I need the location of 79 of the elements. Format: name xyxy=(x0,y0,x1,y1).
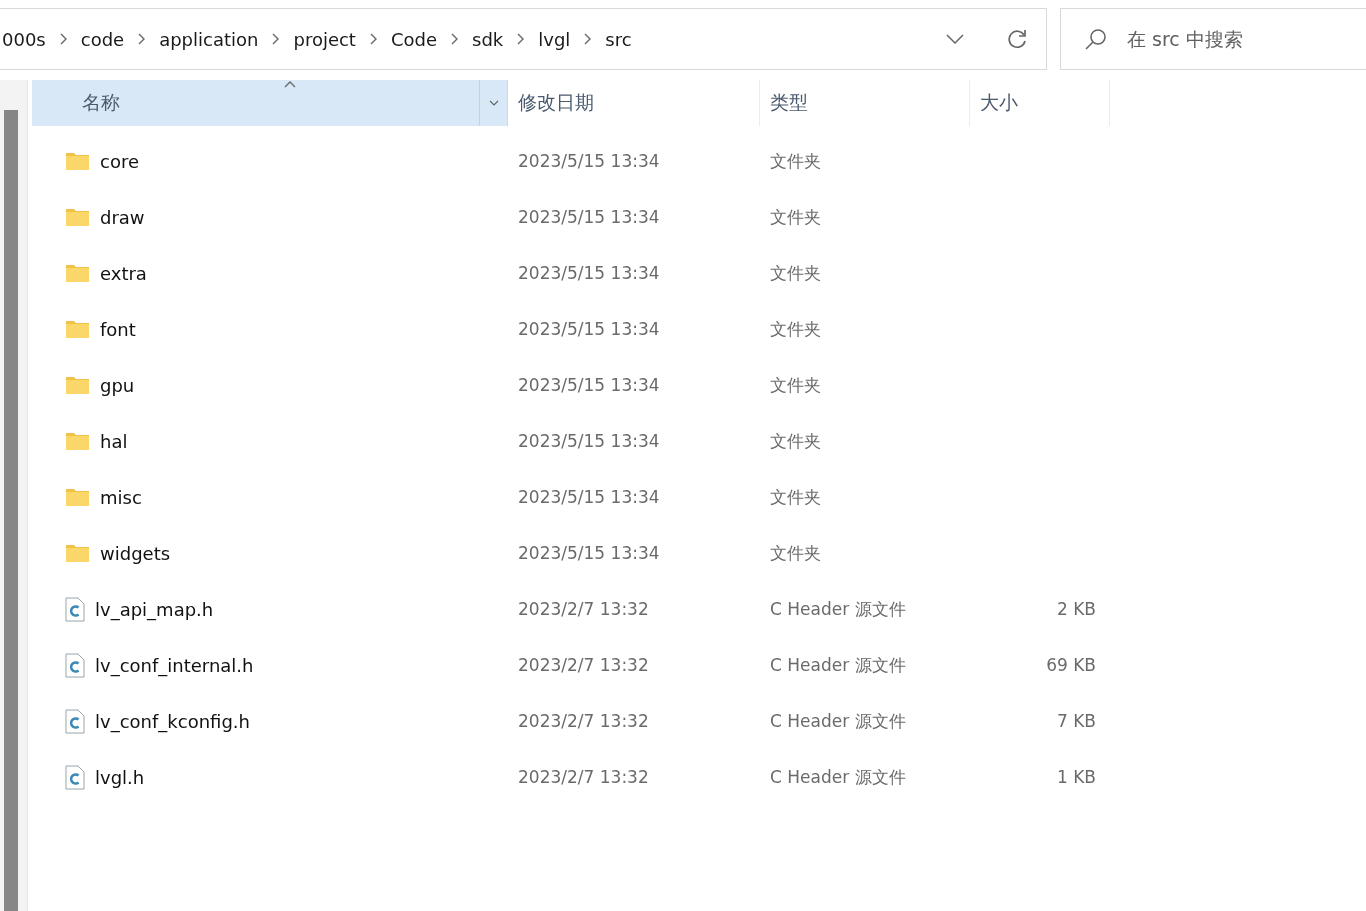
file-name[interactable]: lv_conf_internal.h xyxy=(95,654,254,676)
breadcrumb-item[interactable]: project xyxy=(289,28,360,50)
file-size: 2 KB xyxy=(1056,599,1096,619)
file-type: C Header 源文件 xyxy=(770,765,906,789)
folder-icon xyxy=(65,543,90,563)
chevron-right-icon xyxy=(272,33,280,45)
modified-date: 2023/5/15 13:34 xyxy=(518,431,660,451)
modified-date: 2023/5/15 13:34 xyxy=(518,543,660,563)
file-type: 文件夹 xyxy=(770,205,821,229)
chevron-right-icon xyxy=(517,33,525,45)
folder-icon xyxy=(65,319,90,339)
file-type: C Header 源文件 xyxy=(770,653,906,677)
file-name[interactable]: font xyxy=(100,318,136,340)
folder-icon xyxy=(65,431,90,451)
file-name[interactable]: lv_api_map.h xyxy=(95,598,214,620)
chevron-right-icon xyxy=(584,33,592,45)
breadcrumb-item[interactable]: lvgl xyxy=(534,28,575,50)
column-header[interactable]: 类型 xyxy=(760,80,970,126)
chevron-right-icon xyxy=(59,33,67,45)
file-type: 文件夹 xyxy=(770,261,821,285)
modified-date: 2023/5/15 13:34 xyxy=(518,487,660,507)
file-type: C Header 源文件 xyxy=(770,709,906,733)
file-name[interactable]: draw xyxy=(100,206,145,228)
folder-icon xyxy=(65,207,90,227)
c-file-icon xyxy=(65,764,85,790)
c-file-icon xyxy=(65,708,85,734)
breadcrumb-item[interactable]: Code xyxy=(386,28,442,50)
file-type: C Header 源文件 xyxy=(770,597,906,621)
modified-date: 2023/2/7 13:32 xyxy=(518,655,649,675)
search-bar[interactable]: 在 src 中搜索 xyxy=(1060,8,1366,70)
modified-date: 2023/5/15 13:34 xyxy=(518,319,660,339)
refresh-icon[interactable] xyxy=(1006,28,1028,50)
file-name[interactable]: core xyxy=(100,150,139,172)
breadcrumb-item[interactable]: 000s xyxy=(0,28,50,50)
modified-date: 2023/2/7 13:32 xyxy=(518,711,649,731)
file-type: 文件夹 xyxy=(770,149,821,173)
file-type: 文件夹 xyxy=(770,541,821,565)
modified-date: 2023/2/7 13:32 xyxy=(518,767,649,787)
file-type: 文件夹 xyxy=(770,429,821,453)
column-header[interactable]: 修改日期 xyxy=(508,80,760,126)
folder-icon xyxy=(65,263,90,283)
file-name[interactable]: widgets xyxy=(100,542,171,564)
file-name[interactable]: lvgl.h xyxy=(95,766,145,788)
breadcrumb-item[interactable]: sdk xyxy=(468,28,508,50)
file-type: 文件夹 xyxy=(770,317,821,341)
breadcrumb-item[interactable]: code xyxy=(76,28,129,50)
column-header[interactable]: 名称 xyxy=(32,80,508,126)
c-file-icon xyxy=(65,652,85,678)
file-name[interactable]: extra xyxy=(100,262,147,284)
file-type: 文件夹 xyxy=(770,485,821,509)
file-size: 69 KB xyxy=(1046,655,1096,675)
modified-date: 2023/5/15 13:34 xyxy=(518,263,660,283)
folder-icon xyxy=(65,375,90,395)
file-size: 7 KB xyxy=(1056,711,1096,731)
modified-date: 2023/5/15 13:34 xyxy=(518,151,660,171)
c-file-icon xyxy=(65,596,85,622)
folder-icon xyxy=(65,151,90,171)
sort-ascending-icon xyxy=(284,80,296,88)
chevron-down-icon xyxy=(488,100,499,106)
modified-date: 2023/2/7 13:32 xyxy=(518,599,649,619)
chevron-right-icon xyxy=(451,33,459,45)
file-name[interactable]: gpu xyxy=(100,374,135,396)
file-size: 1 KB xyxy=(1056,767,1096,787)
chevron-right-icon xyxy=(369,33,377,45)
file-type: 文件夹 xyxy=(770,373,821,397)
address-bar[interactable]: 000s code application project Code sdk lvgl src xyxy=(0,8,1047,70)
modified-date: 2023/5/15 13:34 xyxy=(518,207,660,227)
file-name[interactable]: misc xyxy=(100,486,142,508)
scrollbar-thumb[interactable] xyxy=(4,110,18,911)
chevron-right-icon xyxy=(138,33,146,45)
column-header[interactable]: 大小 xyxy=(970,80,1110,126)
file-name[interactable]: lv_conf_kconfig.h xyxy=(95,710,250,732)
folder-icon xyxy=(65,487,90,507)
breadcrumb-item[interactable]: src xyxy=(601,28,636,50)
modified-date: 2023/5/15 13:34 xyxy=(518,375,660,395)
chevron-down-icon[interactable] xyxy=(946,34,964,44)
breadcrumb-item[interactable]: application xyxy=(155,28,263,50)
search-icon xyxy=(1085,28,1107,50)
file-name[interactable]: hal xyxy=(100,430,128,452)
